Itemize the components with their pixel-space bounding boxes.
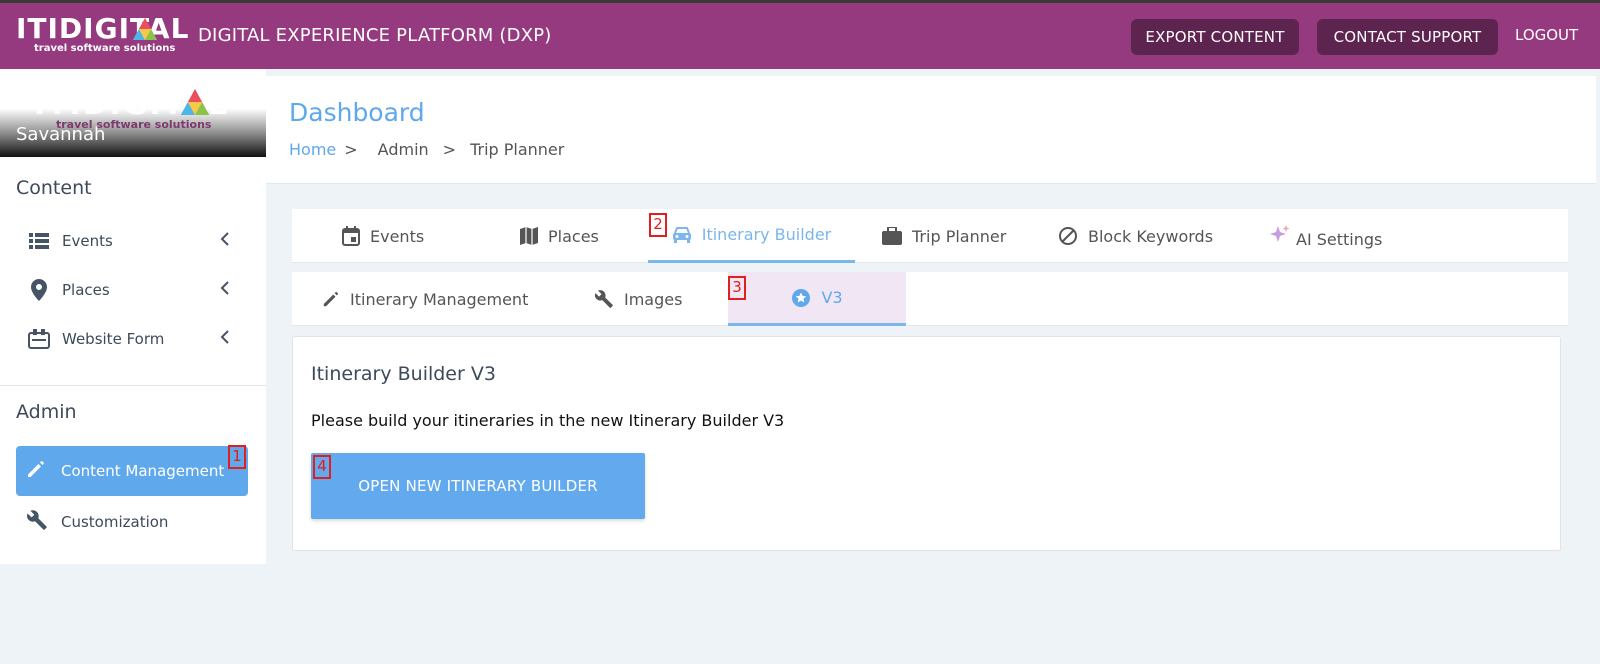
calendar-icon <box>342 226 360 246</box>
logout-link[interactable]: LOGOUT <box>1515 26 1578 44</box>
top-bar: ITIDIGITAL travel software solutions DIG… <box>0 3 1600 69</box>
chevron-left-icon[interactable] <box>220 330 230 348</box>
sidebar-user-header: ITIDIGITAL travel software solutions Sav… <box>0 69 266 157</box>
card-title: Itinerary Builder V3 <box>311 363 496 385</box>
logo-triangle-icon <box>133 18 157 40</box>
map-icon <box>520 226 538 246</box>
tab-images[interactable]: Images <box>594 272 682 326</box>
logo-text: ITIDIGITAL <box>16 12 190 45</box>
itinerary-builder-card: Itinerary Builder V3 Please build your i… <box>292 336 1561 551</box>
tab-label: Itinerary Builder <box>701 225 832 244</box>
pencil-icon <box>322 290 340 308</box>
page-header: Dashboard Home > Admin > Trip Planner <box>266 76 1596 184</box>
tab-v3[interactable]: V3 <box>728 272 906 326</box>
contact-support-button[interactable]: CONTACT SUPPORT <box>1317 19 1498 55</box>
sidebar-item-label: Content Management <box>61 462 225 480</box>
breadcrumb-separator: > <box>442 140 457 159</box>
export-content-button[interactable]: EXPORT CONTENT <box>1131 19 1299 55</box>
sidebar-heading-admin: Admin <box>16 401 77 423</box>
sidebar-username: Savannah <box>16 124 106 145</box>
block-icon <box>1058 226 1078 246</box>
tab-label: Trip Planner <box>912 226 1007 246</box>
tab-ai-settings[interactable]: AI Settings <box>1270 212 1382 266</box>
sidebar-item-label: Website Form <box>62 330 165 348</box>
logo-tagline: travel software solutions <box>34 43 176 54</box>
sidebar-item-places[interactable]: Places <box>0 270 266 310</box>
tab-label: AI Settings <box>1296 229 1383 249</box>
tab-itinerary-builder[interactable]: Itinerary Builder <box>648 209 855 263</box>
main-tabs: Events Places Itinerary Builder Trip Pla… <box>292 209 1568 263</box>
tab-label: Places <box>548 226 599 246</box>
sidebar-item-events[interactable]: Events <box>0 221 266 261</box>
briefcase-icon <box>882 227 902 245</box>
pencil-icon <box>26 459 46 483</box>
tab-trip-planner[interactable]: Trip Planner <box>882 209 1006 263</box>
open-new-itinerary-builder-button[interactable]: OPEN NEW ITINERARY BUILDER <box>311 453 645 519</box>
sidebar-logo-triangle-icon <box>180 89 210 115</box>
sidebar-item-website-form[interactable]: Website Form <box>0 319 266 359</box>
annotation-marker-1: 1 <box>228 445 246 469</box>
map-pin-icon <box>28 279 50 301</box>
breadcrumb-admin: Admin <box>377 140 429 159</box>
sparkle-icon <box>1270 225 1290 245</box>
breadcrumb-separator: > <box>344 140 358 159</box>
tab-places[interactable]: Places <box>520 209 599 263</box>
sidebar-item-label: Events <box>62 232 113 250</box>
list-icon <box>28 230 50 252</box>
sidebar-heading-content: Content <box>16 177 92 199</box>
annotation-marker-2: 2 <box>649 213 667 237</box>
sidebar-item-content-management[interactable]: Content Management <box>16 446 248 496</box>
sidebar-divider <box>0 385 266 386</box>
breadcrumb-trip-planner: Trip Planner <box>470 140 565 159</box>
wrench-icon <box>594 289 614 309</box>
annotation-marker-4: 4 <box>313 455 331 479</box>
annotation-marker-3: 3 <box>728 276 746 300</box>
wrench-icon <box>26 509 48 535</box>
star-circle-icon <box>791 288 811 308</box>
breadcrumb-home-link[interactable]: Home <box>289 140 336 159</box>
tab-block-keywords[interactable]: Block Keywords <box>1058 209 1213 263</box>
sub-tabs: Itinerary Management Images V3 <box>292 272 1568 326</box>
tab-label: Block Keywords <box>1088 226 1214 246</box>
tab-itinerary-management[interactable]: Itinerary Management <box>322 272 528 326</box>
breadcrumb: Home > Admin > Trip Planner <box>289 140 564 159</box>
card-message: Please build your itineraries in the new… <box>311 411 785 430</box>
chevron-left-icon[interactable] <box>220 281 230 299</box>
form-icon <box>28 328 50 350</box>
tab-label: Images <box>624 289 683 309</box>
tab-label: V3 <box>821 288 843 307</box>
tab-label: Events <box>370 226 425 246</box>
tab-label: Itinerary Management <box>350 289 529 309</box>
sidebar-item-label: Places <box>62 281 110 299</box>
chevron-left-icon[interactable] <box>220 232 230 250</box>
app-title: DIGITAL EXPERIENCE PLATFORM (DXP) <box>198 25 552 46</box>
sidebar-item-label: Customization <box>61 513 169 531</box>
tab-events[interactable]: Events <box>342 209 424 263</box>
car-icon <box>672 226 692 244</box>
page-title: Dashboard <box>289 98 425 127</box>
sidebar-item-customization[interactable]: Customization <box>16 500 248 544</box>
